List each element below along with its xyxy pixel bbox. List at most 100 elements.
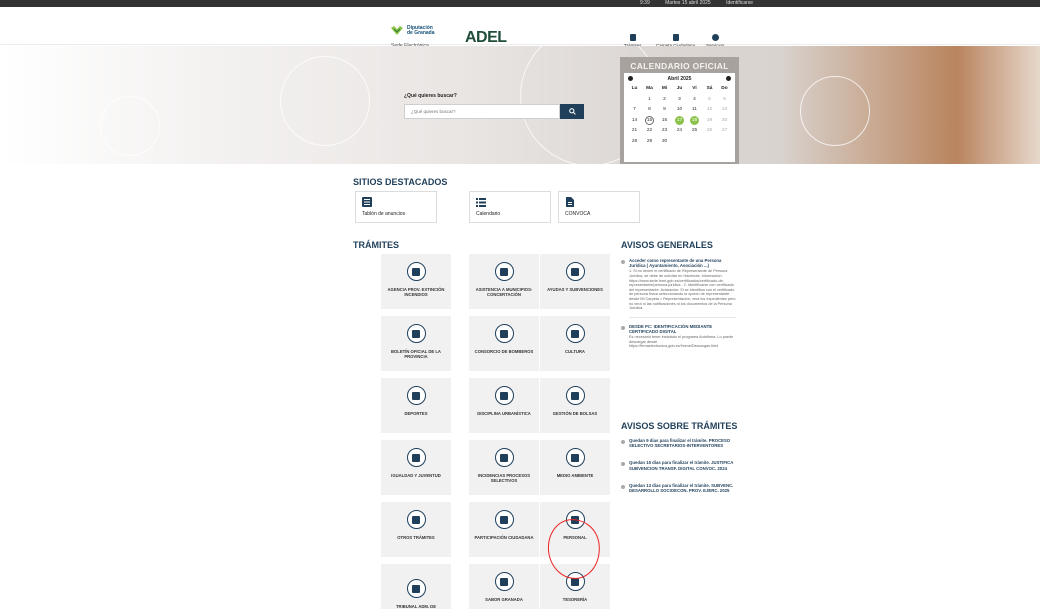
- next-month-icon[interactable]: [726, 76, 731, 81]
- day-number: 2: [663, 96, 666, 102]
- notice-item[interactable]: DESDE PC: IDENTIFICACIÓN MEDIANTE CERTIF…: [621, 324, 736, 349]
- calendar-day[interactable]: 19: [702, 116, 717, 127]
- tramites-title: TRÁMITES: [353, 240, 399, 250]
- icon-glyph: [571, 267, 579, 276]
- icon-glyph: [571, 329, 579, 338]
- featured-convoca[interactable]: CONVOCA: [558, 191, 640, 223]
- weekday-label: Ju: [676, 86, 683, 91]
- notice-item[interactable]: Quedan 9 días para finalizar el trámite.…: [621, 438, 736, 448]
- tramite-tile[interactable]: ASISTENCIA A MUNICIPIOS-CONCERTACIÓN: [469, 254, 539, 309]
- person-icon: [406, 448, 426, 467]
- calendar-day[interactable]: 23: [657, 126, 672, 137]
- calendar-day[interactable]: 1: [642, 95, 657, 106]
- book-icon: [494, 262, 514, 281]
- featured-tablon[interactable]: Tablón de anuncios: [355, 191, 437, 223]
- notice-item[interactable]: Acceder como representante de una Person…: [621, 258, 736, 311]
- calendar-day[interactable]: 27: [717, 126, 732, 137]
- tramite-tile[interactable]: DISCIPLINA URBANÍSTICA: [469, 378, 539, 433]
- calendar-body: Abril 2025 Lu Ma Mi Ju Vi Sá Do 1 2 3 4 5 6 7 8 9 10 11 12…: [624, 73, 735, 162]
- notice-title[interactable]: Quedan 15 días para finalizar el trámite…: [629, 460, 736, 470]
- tramite-tile[interactable]: AGENCIA PROV. EXTINCIÓN INCENDIOS: [381, 254, 451, 309]
- tramite-label: CULTURA: [565, 349, 585, 354]
- icon-glyph: [412, 267, 420, 276]
- calendar-day[interactable]: 29: [642, 137, 657, 148]
- film-icon: [406, 510, 426, 529]
- bell-icon: [621, 260, 625, 264]
- calendar-day[interactable]: 12: [702, 105, 717, 116]
- tramite-tile[interactable]: DEPORTES: [381, 378, 451, 433]
- calendar-day[interactable]: 24: [672, 126, 687, 137]
- notice-title[interactable]: DESDE PC: IDENTIFICACIÓN MEDIANTE CERTIF…: [629, 324, 736, 334]
- calendar-day[interactable]: 22: [642, 126, 657, 137]
- notice-title[interactable]: Acceder como representante de una Person…: [629, 258, 736, 268]
- tramite-tile[interactable]: SABOR GRANADA: [469, 564, 539, 609]
- bell-icon: [621, 484, 625, 489]
- calendar-day[interactable]: 15: [642, 115, 657, 127]
- tramite-tile[interactable]: AYUDAS Y SUBVENCIONES: [540, 254, 610, 309]
- calendar-day[interactable]: 9: [657, 105, 672, 116]
- tramite-tile[interactable]: CULTURA: [540, 316, 610, 371]
- day-number: 19: [706, 117, 713, 123]
- status-info: 9:39 Martes 15 abril 2025 Identificarse: [640, 0, 767, 7]
- notice-title[interactable]: Quedan 13 días para finalizar el trámite…: [629, 483, 736, 493]
- adel-logo[interactable]: ADEL: [465, 29, 507, 47]
- calendar-empty: [687, 137, 702, 148]
- search-panel: ¿Qué quieres buscar?: [404, 93, 584, 119]
- notice-item[interactable]: Quedan 13 días para finalizar el trámite…: [621, 483, 736, 493]
- tramite-tile[interactable]: OTROS TRÁMITES: [381, 502, 451, 557]
- day-number: 12: [706, 107, 713, 112]
- file-icon: [629, 34, 636, 41]
- calendar-day[interactable]: 21: [627, 126, 642, 137]
- notice-title[interactable]: Quedan 9 días para finalizar el trámite.…: [629, 438, 736, 448]
- tramite-label: BOLETÍN OFICIAL DE LA PROVINCIA: [391, 349, 441, 359]
- heart-logo-icon: [391, 26, 403, 35]
- prev-month-icon[interactable]: [628, 76, 633, 81]
- calendar-day[interactable]: 2: [657, 95, 672, 106]
- calendar-day[interactable]: 20: [717, 116, 732, 127]
- day-number: 21: [631, 128, 638, 133]
- day-number: 17: [675, 115, 684, 125]
- search-button[interactable]: [560, 104, 584, 119]
- folder-icon: [672, 34, 679, 41]
- calendar-day[interactable]: 6: [717, 95, 732, 106]
- tramite-tile[interactable]: CONSORCIO DE BOMBEROS: [469, 316, 539, 371]
- calendar-day[interactable]: 18: [687, 115, 702, 127]
- calendar-day[interactable]: 25: [687, 126, 702, 137]
- calendar-day[interactable]: 4: [687, 95, 702, 106]
- tramite-tile[interactable]: TRIBUNAL ADM. DE: [381, 571, 451, 609]
- calendar-day[interactable]: 11: [687, 105, 702, 116]
- search-input[interactable]: [404, 104, 560, 119]
- calendar-day[interactable]: 3: [672, 95, 687, 106]
- notice-item[interactable]: Quedan 15 días para finalizar el trámite…: [621, 460, 736, 471]
- calendar-day[interactable]: 17: [672, 115, 687, 127]
- tramite-tile[interactable]: GESTIÓN DE BOLSAS: [540, 378, 610, 433]
- tramite-tile[interactable]: IGUALDAD Y JUVENTUD: [381, 440, 451, 495]
- day-number: 27: [721, 128, 728, 133]
- tramite-label: SABOR GRANADA: [485, 597, 523, 602]
- tramite-tile[interactable]: BOLETÍN OFICIAL DE LA PROVINCIA: [381, 316, 451, 371]
- calendar-icon: [406, 579, 426, 598]
- calendar-day[interactable]: 26: [702, 126, 717, 137]
- status-time: 9:39: [640, 0, 650, 6]
- tramite-tile[interactable]: MEDIO AMBIENTE: [540, 440, 610, 495]
- day-number: 11: [692, 107, 697, 112]
- calendar-day[interactable]: 7: [627, 105, 642, 116]
- calendar-day[interactable]: 10: [672, 105, 687, 116]
- tramite-tile[interactable]: INCIDENCIAS PROCESOS SELECTIVOS: [469, 440, 539, 495]
- featured-calendario[interactable]: Calendario: [469, 191, 551, 223]
- calendar-empty: [627, 95, 642, 106]
- login-link[interactable]: Identificarse: [726, 0, 753, 6]
- calendar-day[interactable]: 28: [627, 137, 642, 148]
- calendar-day[interactable]: 30: [657, 137, 672, 148]
- calendar-day[interactable]: 8: [642, 105, 657, 116]
- plant-icon: [494, 572, 514, 591]
- day-number: 20: [721, 117, 728, 123]
- calendar-day[interactable]: 14: [627, 116, 642, 127]
- calendar-day[interactable]: 5: [702, 95, 717, 106]
- day-number: 28: [631, 138, 638, 144]
- calendar-day[interactable]: 16: [657, 116, 672, 127]
- tramite-tile[interactable]: PARTICIPACIÓN CIUDADANA: [469, 502, 539, 557]
- site-header: Diputación de Granada Sede Electrónica A…: [0, 7, 1040, 49]
- calendar-day[interactable]: 13: [717, 105, 732, 116]
- tramite-label: PARTICIPACIÓN CIUDADANA: [474, 535, 534, 540]
